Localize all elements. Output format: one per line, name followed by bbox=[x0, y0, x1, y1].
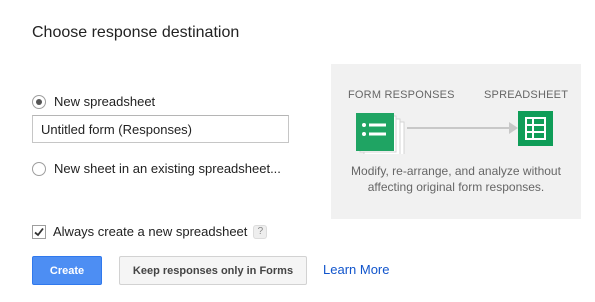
radio-selected-dot bbox=[36, 98, 42, 105]
spreadsheet-name-input[interactable] bbox=[32, 115, 289, 143]
destination-illustration: FORM RESPONSES SPREADSHEET Modify, re-ar… bbox=[331, 64, 581, 219]
form-responses-icon bbox=[356, 113, 405, 154]
caption-line-1: Modify, re-arrange, and analyze without bbox=[351, 164, 561, 178]
illustration-graphic bbox=[356, 111, 553, 154]
option-existing-spreadsheet-label: New sheet in an existing spreadsheet... bbox=[54, 161, 281, 176]
illustration-caption: Modify, re-arrange, and analyze without … bbox=[331, 163, 581, 195]
learn-more-link[interactable]: Learn More bbox=[323, 262, 389, 277]
help-icon[interactable]: ? bbox=[253, 224, 268, 239]
always-create-checkbox[interactable] bbox=[32, 224, 46, 239]
caption-line-2: affecting original form responses. bbox=[367, 180, 545, 194]
keep-in-forms-button[interactable]: Keep responses only in Forms bbox=[119, 256, 307, 285]
arrow-icon bbox=[407, 122, 518, 134]
option-new-spreadsheet[interactable]: New spreadsheet bbox=[32, 94, 155, 109]
radio-existing-spreadsheet[interactable] bbox=[32, 161, 46, 176]
option-existing-spreadsheet[interactable]: New sheet in an existing spreadsheet... bbox=[32, 161, 281, 176]
create-button[interactable]: Create bbox=[32, 256, 102, 285]
always-create-label: Always create a new spreadsheet bbox=[53, 224, 248, 239]
always-create-row[interactable]: Always create a new spreadsheet ? bbox=[32, 224, 268, 239]
checkmark-icon bbox=[34, 227, 44, 236]
option-new-spreadsheet-label: New spreadsheet bbox=[54, 94, 156, 109]
spreadsheet-icon bbox=[518, 111, 553, 146]
radio-new-spreadsheet[interactable] bbox=[32, 94, 46, 109]
dialog-title: Choose response destination bbox=[32, 24, 240, 41]
response-destination-dialog: Choose response destination New spreadsh… bbox=[0, 0, 595, 302]
